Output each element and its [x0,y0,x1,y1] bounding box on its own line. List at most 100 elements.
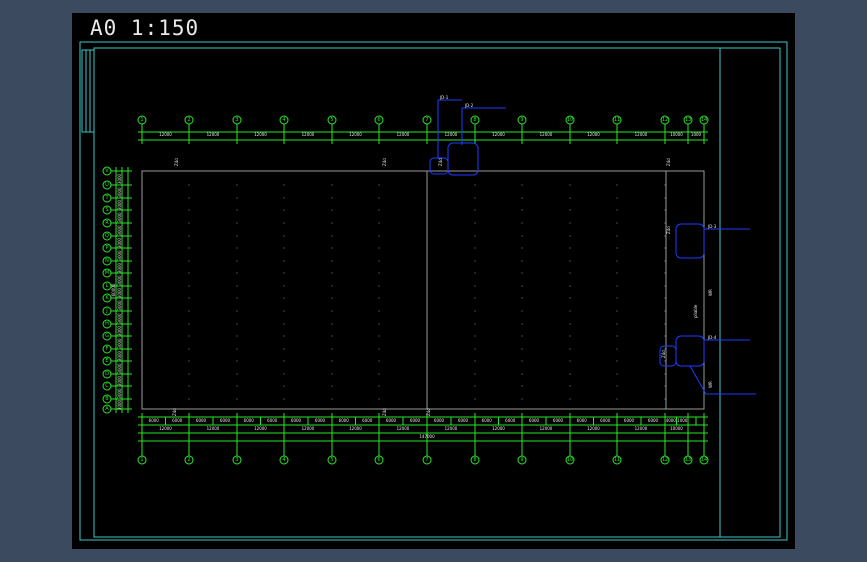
column-mark: Z4d [438,158,443,166]
column-mark: Z4d [174,158,179,166]
column-dot [236,373,238,375]
column-dot [664,373,666,375]
column-dot [236,360,238,362]
axis-label: A [105,406,109,412]
dim-value: 3000 [117,350,122,361]
column-dot [474,247,476,249]
column-dot [188,260,190,262]
column-dot [426,348,428,350]
column-dot [521,197,523,199]
column-dot [664,310,666,312]
column-dot [664,398,666,400]
column-dot [331,260,333,262]
column-dot [569,323,571,325]
axis-label: J [105,308,107,314]
column-dot [283,260,285,262]
column-dot [188,398,190,400]
axis-label: 9 [520,457,523,463]
column-dot [426,335,428,337]
column-dot [664,209,666,211]
column-dot [569,335,571,337]
column-dot [236,235,238,237]
axis-label: 12 [662,457,668,463]
column-dot [236,260,238,262]
column-dot [236,385,238,387]
column-dot [188,272,190,274]
column-dot [236,323,238,325]
column-mark: Z4d [382,408,387,416]
svg-text:JD-2: JD-2 [464,103,474,108]
column-dot [426,398,428,400]
column-dot [236,348,238,350]
axis-label: 4 [282,457,285,463]
axis-label: G [105,333,109,339]
axis-label: 9 [520,117,523,123]
dim-value: 12000 [159,132,172,137]
column-dot [569,360,571,362]
column-dot [283,222,285,224]
column-dot [283,335,285,337]
inner-frame [93,47,781,538]
column-dot [331,310,333,312]
callout-right-upper[interactable]: JD-3 [675,223,750,259]
column-dot [331,209,333,211]
column-dot [426,297,428,299]
column-dot [188,323,190,325]
column-dot [569,222,571,224]
column-dot [188,373,190,375]
dim-value: 3000 [117,225,122,236]
column-dot [188,348,190,350]
dim-value: 3000 [117,199,122,210]
column-dot [331,235,333,237]
column-dot [664,247,666,249]
axis-label: 11 [614,457,620,463]
column-dot [474,297,476,299]
axis-label: 1 [140,117,143,123]
dim-value: 3000 [117,399,122,410]
column-dot [283,197,285,199]
dim-value: 6000 [244,418,255,423]
column-dot [378,348,380,350]
column-dot [331,297,333,299]
axis-label: F [106,346,109,352]
column-dot [378,184,380,186]
axes-top: 1 2 3 4 5 6 7 8 9 10 11 12 13 14 [137,115,709,140]
column-dot [426,222,428,224]
column-dot [616,323,618,325]
dim-value: 3000 [117,187,122,198]
column-dot [331,348,333,350]
axis-label: M [105,270,109,276]
dim-value: 3000 [117,313,122,324]
column-dot [569,310,571,312]
column-dot [236,272,238,274]
column-dot [569,398,571,400]
column-dot [426,260,428,262]
column-dot [236,222,238,224]
axis-label: 8 [473,117,476,123]
column-dot [521,373,523,375]
column-dot [569,285,571,287]
dim-value: 12000 [492,426,505,431]
column-dot [331,197,333,199]
right-side-note: WR [708,289,713,296]
column-dot [616,398,618,400]
column-dot [426,247,428,249]
dim-value: 1000 [677,418,688,423]
column-dot [521,285,523,287]
dim-value: 3000 [117,250,122,261]
dim-value: 6000 [196,418,207,423]
column-dot [664,184,666,186]
column-dot [521,184,523,186]
axis-label: 8 [473,457,476,463]
column-dot [331,385,333,387]
dim-value: 12000 [635,426,648,431]
column-dot [521,247,523,249]
column-dot [616,184,618,186]
axis-label: B [105,396,109,402]
dimension-lines: 12000 12000 12000 12000 12000 12000 12000 12000… [111,128,708,445]
column-dot [664,197,666,199]
column-dot [616,235,618,237]
column-dot [664,335,666,337]
column-dot [188,184,190,186]
axis-label: Q [105,233,109,239]
